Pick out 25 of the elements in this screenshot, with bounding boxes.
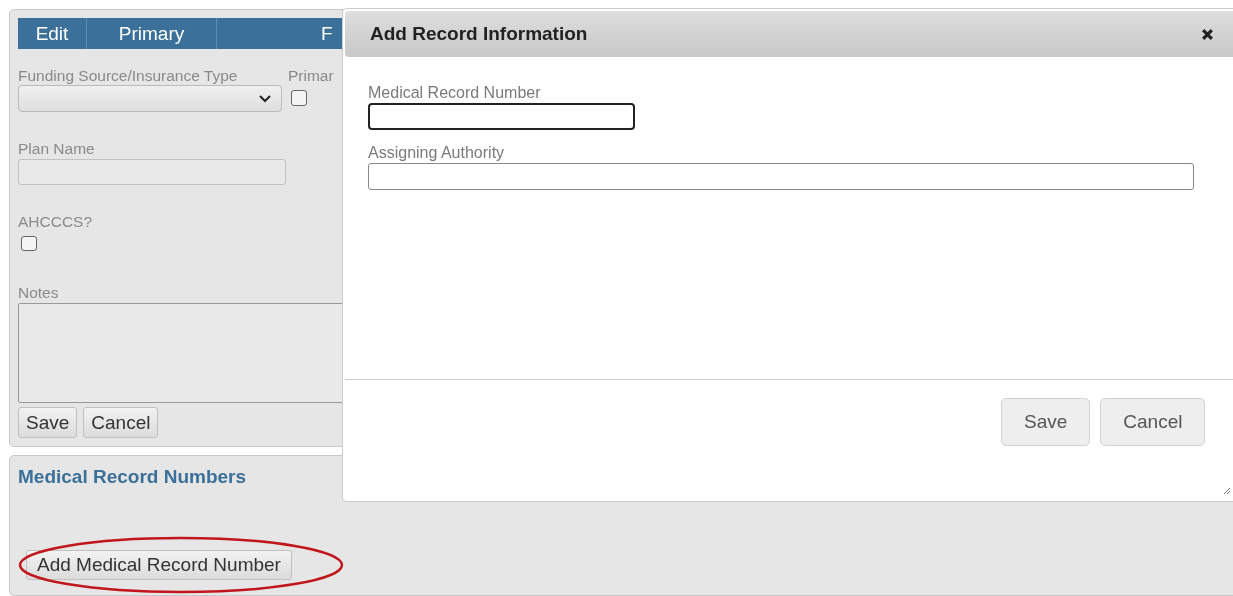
- resize-handle-icon[interactable]: [1223, 487, 1231, 495]
- dialog-button[interactable]: Cancel: [1100, 398, 1206, 446]
- chevron-down-icon[interactable]: [259, 94, 271, 103]
- column-header: Primary: [87, 18, 217, 49]
- add-button[interactable]: Add Medical Record Number: [26, 550, 292, 580]
- column-header: Edit: [18, 18, 87, 49]
- column-header: F: [320, 22, 334, 46]
- field-label: Assigning Authority: [368, 143, 505, 163]
- field-label: Funding Source/Insurance Type: [18, 66, 238, 85]
- dialog-button[interactable]: Save: [1001, 398, 1091, 446]
- checkbox[interactable]: [291, 90, 307, 106]
- dialog-title: Add Record Information: [370, 23, 588, 45]
- field-label: AHCCCS?: [18, 211, 93, 231]
- text-field[interactable]: [18, 159, 286, 185]
- close-icon[interactable]: [1201, 27, 1214, 41]
- checkbox[interactable]: [21, 235, 37, 251]
- input-field[interactable]: [368, 103, 635, 130]
- input-field[interactable]: [368, 163, 1194, 190]
- form-button[interactable]: Save: [18, 407, 78, 438]
- field-label: Medical Record Number: [368, 83, 541, 103]
- field-label: Notes: [18, 282, 59, 302]
- field-label: Primar: [288, 66, 334, 85]
- form-button[interactable]: Cancel: [83, 407, 159, 438]
- section-title: Medical Record Numbers: [18, 466, 248, 488]
- field-label: Plan Name: [18, 139, 95, 158]
